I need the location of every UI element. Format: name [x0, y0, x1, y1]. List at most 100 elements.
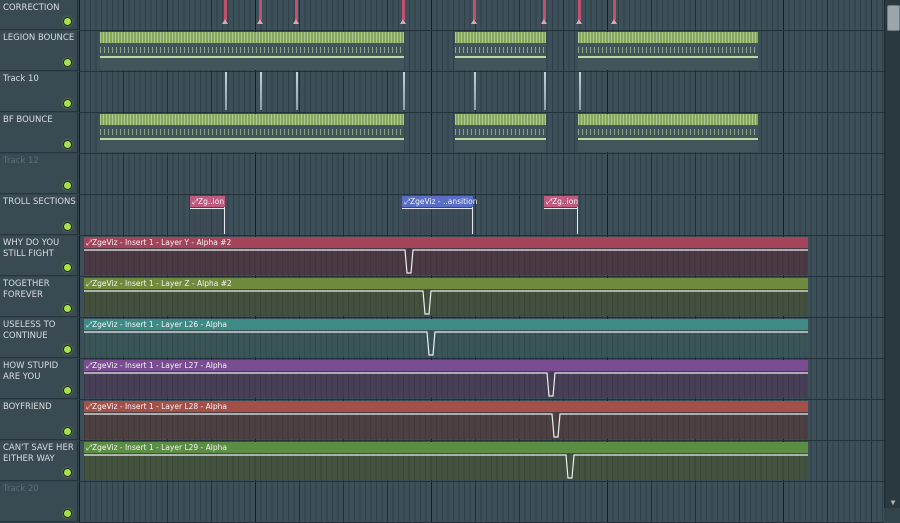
track-lane[interactable]: [79, 72, 884, 113]
troll-clip-label: ⤢Zg..ion: [546, 196, 578, 207]
spike-mark[interactable]: [579, 72, 581, 110]
pattern-clip[interactable]: [100, 32, 404, 70]
pattern-clip[interactable]: [455, 32, 546, 70]
track-header[interactable]: HOW STUPID ARE YOU: [0, 359, 78, 399]
pattern-clip[interactable]: [100, 114, 404, 152]
track-row: LEGION BOUNCE: [0, 31, 884, 72]
track-lane[interactable]: ⤢ZgeViz - Insert 1 - Layer Y - Alpha #2: [79, 236, 884, 277]
pattern-clip[interactable]: [455, 114, 546, 152]
spike-mark[interactable]: [260, 72, 262, 110]
led-icon[interactable]: [64, 346, 71, 353]
track-row: Track 12: [0, 154, 884, 195]
color-marker[interactable]: [541, 0, 547, 24]
track-lane[interactable]: ⤢ZgeViz - Insert 1 - Layer L29 - Alpha: [79, 441, 884, 482]
automation-clip-text: ZgeViz - Insert 1 - Layer L26 - Alpha: [92, 320, 227, 329]
scrollbar-thumb[interactable]: [887, 5, 900, 31]
note-line: [455, 56, 546, 58]
track-lane[interactable]: [79, 113, 884, 154]
track-header[interactable]: TROLL SECTIONS: [0, 195, 78, 235]
marker-arrow-icon: [576, 19, 582, 24]
troll-clip-edge: [577, 207, 578, 234]
troll-clip[interactable]: ⤢ZgeViz - ..ansition: [402, 196, 477, 234]
led-icon[interactable]: [64, 305, 71, 312]
track-header[interactable]: COLOR CORRECTION: [0, 0, 78, 30]
spike-mark[interactable]: [225, 72, 227, 110]
note-ticks: [455, 32, 546, 43]
led-icon[interactable]: [64, 469, 71, 476]
led-icon[interactable]: [64, 387, 71, 394]
spike-mark[interactable]: [296, 72, 298, 110]
playlist-tracks: COLOR CORRECTION LEGION BOUNCE Track 10 BF …: [0, 0, 884, 523]
color-marker[interactable]: [471, 0, 477, 24]
track-lane[interactable]: [79, 31, 884, 72]
color-marker[interactable]: [257, 0, 263, 24]
track-header[interactable]: CAN'T SAVE HER EITHER WAY: [0, 441, 78, 481]
track-header[interactable]: Track 10: [0, 72, 78, 112]
track-lane[interactable]: ⤢ZgeViz - Insert 1 - Layer Z - Alpha #2: [79, 277, 884, 318]
pattern-clip[interactable]: [578, 32, 758, 70]
automation-clip[interactable]: ⤢ZgeViz - Insert 1 - Layer L28 - Alpha: [84, 401, 808, 439]
troll-clip-edge: [472, 207, 473, 234]
troll-clip[interactable]: ⤢Zg..ion: [544, 196, 578, 234]
automation-curve: [84, 249, 808, 274]
track-lane[interactable]: [79, 154, 884, 195]
led-icon[interactable]: [64, 428, 71, 435]
color-marker[interactable]: [293, 0, 299, 24]
troll-clip-edge: [224, 207, 225, 234]
spike-mark[interactable]: [474, 72, 476, 110]
track-header[interactable]: LEGION BOUNCE: [0, 31, 78, 71]
track-row: COLOR CORRECTION: [0, 0, 884, 31]
vertical-scrollbar[interactable]: ▼: [884, 0, 900, 508]
automation-clip[interactable]: ⤢ZgeViz - Insert 1 - Layer L27 - Alpha: [84, 360, 808, 398]
track-header[interactable]: BOYFRIEND: [0, 400, 78, 440]
track-header[interactable]: Track 20: [0, 482, 78, 522]
automation-clip[interactable]: ⤢ZgeViz - Insert 1 - Layer L29 - Alpha: [84, 442, 808, 480]
track-name: Track 12: [3, 156, 39, 166]
pattern-clip[interactable]: [578, 114, 758, 152]
troll-clip[interactable]: ⤢Zg..ion: [190, 196, 225, 234]
automation-clip[interactable]: ⤢ZgeViz - Insert 1 - Layer Y - Alpha #2: [84, 237, 808, 275]
led-icon[interactable]: [64, 223, 71, 230]
automation-clip-header: ⤢ZgeViz - Insert 1 - Layer Y - Alpha #2: [84, 237, 808, 248]
automation-clip-text: ZgeViz - Insert 1 - Layer L29 - Alpha: [92, 443, 227, 452]
automation-curve: [84, 372, 808, 397]
color-marker[interactable]: [611, 0, 617, 24]
troll-clip-line: [190, 208, 225, 209]
led-icon[interactable]: [64, 182, 71, 189]
track-lane[interactable]: ⤢ZgeViz - Insert 1 - Layer L27 - Alpha: [79, 359, 884, 400]
note-line: [100, 138, 404, 140]
track-lane[interactable]: ⤢Zg..ion ⤢ZgeViz - ..ansition ⤢Zg..ion: [79, 195, 884, 236]
track-lane[interactable]: ⤢ZgeViz - Insert 1 - Layer L26 - Alpha: [79, 318, 884, 359]
led-icon[interactable]: [64, 59, 71, 66]
track-lane[interactable]: [79, 482, 884, 523]
track-name: BF BOUNCE: [3, 115, 53, 125]
led-icon[interactable]: [64, 18, 71, 25]
led-icon[interactable]: [64, 100, 71, 107]
led-icon[interactable]: [64, 264, 71, 271]
troll-clip-label: ⤢Zg..ion: [192, 196, 224, 207]
led-icon[interactable]: [64, 510, 71, 517]
marker-arrow-icon: [293, 19, 299, 24]
track-lane[interactable]: [79, 0, 884, 31]
track-header[interactable]: TOGETHER FOREVER: [0, 277, 78, 317]
automation-clip-text: ZgeViz - Insert 1 - Layer L27 - Alpha: [92, 361, 227, 370]
track-header[interactable]: Track 12: [0, 154, 78, 194]
spike-mark[interactable]: [403, 72, 405, 110]
track-lane[interactable]: ⤢ZgeViz - Insert 1 - Layer L28 - Alpha: [79, 400, 884, 441]
automation-clip[interactable]: ⤢ZgeViz - Insert 1 - Layer L26 - Alpha: [84, 319, 808, 357]
color-marker[interactable]: [576, 0, 582, 24]
note-ticks: [100, 32, 404, 43]
led-icon[interactable]: [64, 141, 71, 148]
spike-mark[interactable]: [544, 72, 546, 110]
note-dots: [578, 47, 758, 53]
note-line: [578, 138, 758, 140]
track-header[interactable]: USELESS TO CONTINUE: [0, 318, 78, 358]
pattern-clip-header: [100, 32, 404, 43]
color-marker[interactable]: [222, 0, 228, 24]
track-header[interactable]: WHY DO YOU STILL FIGHT: [0, 236, 78, 276]
track-name: Track 20: [3, 484, 39, 494]
chevron-down-icon[interactable]: ▼: [887, 498, 899, 507]
automation-clip[interactable]: ⤢ZgeViz - Insert 1 - Layer Z - Alpha #2: [84, 278, 808, 316]
track-header[interactable]: BF BOUNCE: [0, 113, 78, 153]
color-marker[interactable]: [400, 0, 406, 24]
